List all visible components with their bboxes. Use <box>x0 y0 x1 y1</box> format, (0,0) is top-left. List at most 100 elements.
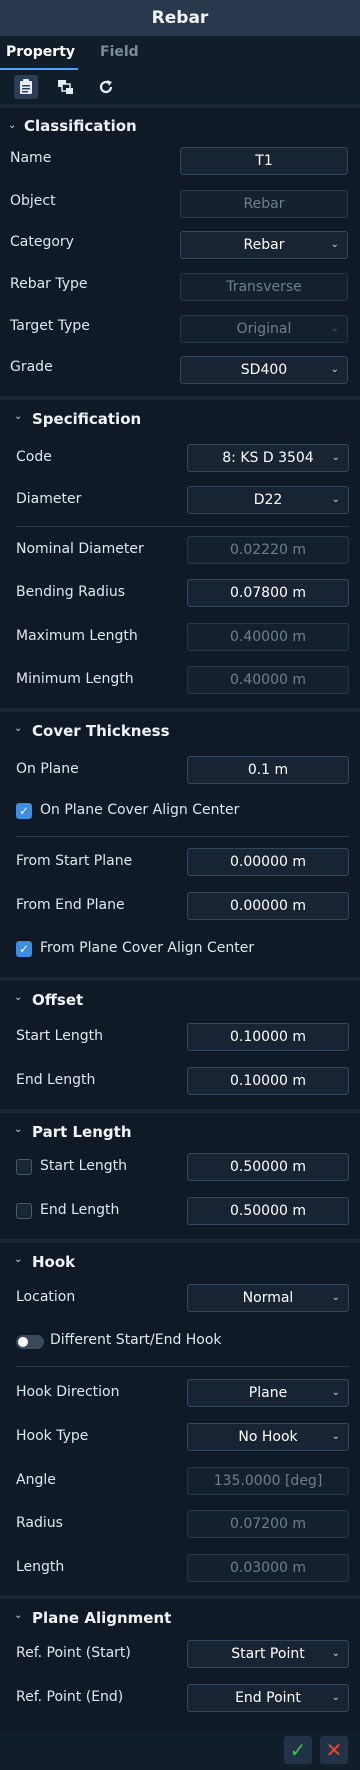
section-title: Classification <box>24 117 137 135</box>
section-separator <box>0 396 360 400</box>
minimum-length-field: 0.40000 m <box>187 666 349 694</box>
divider <box>16 836 349 837</box>
from-start-plane-input[interactable]: 0.00000 m <box>187 848 349 876</box>
section-separator <box>0 708 360 712</box>
section-separator <box>0 1595 360 1599</box>
ref-point-start-label: Ref. Point (Start) <box>16 1645 131 1661</box>
copy-layers-icon[interactable] <box>54 75 78 99</box>
toolbar <box>0 70 360 104</box>
classification-header[interactable]: ⌄ Classification <box>0 111 360 147</box>
divider <box>16 1366 349 1367</box>
chevron-down-icon: ⌄ <box>331 494 340 505</box>
hook-header[interactable]: ⌄ Hook <box>0 1245 360 1281</box>
offset-start-length-label: Start Length <box>16 1028 103 1044</box>
on-plane-label: On Plane <box>16 761 79 777</box>
close-icon: ✕ <box>325 1738 343 1762</box>
part-end-length-input[interactable]: 0.50000 m <box>187 1197 349 1225</box>
clipboard-icon[interactable] <box>14 75 38 99</box>
bending-radius-input[interactable]: 0.07800 m <box>187 579 349 607</box>
chevron-down-icon: ⌄ <box>330 364 339 375</box>
chevron-down-icon: ⌄ <box>14 411 23 422</box>
diameter-label: Diameter <box>16 491 82 507</box>
tab-property[interactable]: Property <box>6 44 75 60</box>
location-label: Location <box>16 1289 76 1305</box>
ref-point-start-select[interactable]: Start Point ⌄ <box>187 1640 349 1668</box>
category-select[interactable]: Rebar ⌄ <box>180 231 348 259</box>
code-select[interactable]: 8: KS D 3504 ⌄ <box>187 444 349 472</box>
cover-thickness-header[interactable]: ⌄ Cover Thickness <box>0 714 360 750</box>
name-input[interactable]: T1 <box>180 147 348 175</box>
chevron-down-icon: ⌄ <box>331 1648 340 1659</box>
hook-direction-select[interactable]: Plane ⌄ <box>187 1379 349 1407</box>
diameter-select[interactable]: D22 ⌄ <box>187 486 349 514</box>
chevron-down-icon: ⌄ <box>331 1387 340 1398</box>
radius-field: 0.07200 m <box>187 1510 349 1538</box>
chevron-down-icon: ⌄ <box>14 992 23 1003</box>
from-end-plane-input[interactable]: 0.00000 m <box>187 892 349 920</box>
code-value: 8: KS D 3504 <box>222 450 314 466</box>
offset-header[interactable]: ⌄ Offset <box>0 983 360 1019</box>
part-start-length-checkbox[interactable] <box>16 1159 32 1175</box>
grade-label: Grade <box>10 359 53 375</box>
chevron-down-icon: ⌄ <box>330 323 339 334</box>
on-plane-input[interactable]: 0.1 m <box>187 756 349 784</box>
offset-end-length-input[interactable]: 0.10000 m <box>187 1067 349 1095</box>
part-length-header[interactable]: ⌄ Part Length <box>0 1115 360 1151</box>
radius-label: Radius <box>16 1515 63 1531</box>
ref-point-start-value: Start Point <box>231 1646 305 1662</box>
hook-type-value: No Hook <box>238 1429 298 1445</box>
from-start-plane-label: From Start Plane <box>16 853 133 869</box>
section-separator <box>0 977 360 981</box>
ref-point-end-select[interactable]: End Point ⌄ <box>187 1684 349 1712</box>
confirm-button[interactable]: ✓ <box>284 1736 312 1764</box>
chevron-down-icon: ⌄ <box>330 239 339 250</box>
section-separator <box>0 1239 360 1243</box>
tab-field[interactable]: Field <box>100 44 139 60</box>
object-field: Rebar <box>180 190 348 218</box>
nominal-diameter-label: Nominal Diameter <box>16 541 144 557</box>
nominal-diameter-field: 0.02220 m <box>187 536 349 564</box>
name-label: Name <box>10 150 52 166</box>
section-title: Part Length <box>32 1123 132 1141</box>
refresh-icon[interactable] <box>94 75 118 99</box>
minimum-length-label: Minimum Length <box>16 671 134 687</box>
target-type-label: Target Type <box>10 318 90 334</box>
part-start-length-label: Start Length <box>40 1158 127 1174</box>
footer-bar: ✓ ✕ <box>0 1732 360 1770</box>
hook-direction-value: Plane <box>248 1385 288 1401</box>
rebar-type-label: Rebar Type <box>10 276 88 292</box>
cancel-button[interactable]: ✕ <box>320 1736 348 1764</box>
diameter-value: D22 <box>253 492 283 508</box>
target-type-select: Original ⌄ <box>180 315 348 343</box>
rebar-type-field: Transverse <box>180 273 348 301</box>
offset-start-length-input[interactable]: 0.10000 m <box>187 1023 349 1051</box>
grade-select[interactable]: SD400 ⌄ <box>180 356 348 384</box>
on-plane-align-label: On Plane Cover Align Center <box>40 802 240 818</box>
part-start-length-input[interactable]: 0.50000 m <box>187 1153 349 1181</box>
section-title: Plane Alignment <box>32 1609 172 1627</box>
on-plane-align-checkbox[interactable]: ✓ <box>16 803 32 819</box>
from-plane-align-label: From Plane Cover Align Center <box>40 940 255 956</box>
different-hook-toggle[interactable] <box>16 1335 44 1349</box>
part-end-length-checkbox[interactable] <box>16 1203 32 1219</box>
chevron-down-icon: ⌄ <box>331 1431 340 1442</box>
angle-field: 135.0000 [deg] <box>187 1467 349 1495</box>
from-plane-align-checkbox[interactable]: ✓ <box>16 941 32 957</box>
object-label: Object <box>10 193 56 209</box>
angle-label: Angle <box>16 1472 56 1488</box>
chevron-down-icon: ⌄ <box>14 1254 23 1265</box>
grade-value: SD400 <box>240 362 288 378</box>
chevron-down-icon: ⌄ <box>8 120 17 131</box>
offset-end-length-label: End Length <box>16 1072 96 1088</box>
hook-direction-label: Hook Direction <box>16 1384 120 1400</box>
hook-type-select[interactable]: No Hook ⌄ <box>187 1423 349 1451</box>
specification-header[interactable]: ⌄ Specification <box>0 402 360 438</box>
length-field: 0.03000 m <box>187 1554 349 1582</box>
location-select[interactable]: Normal ⌄ <box>187 1284 349 1312</box>
section-title: Specification <box>32 410 142 428</box>
location-value: Normal <box>242 1290 294 1306</box>
tab-bar: Property Field <box>0 36 360 70</box>
chevron-down-icon: ⌄ <box>14 1124 23 1135</box>
length-label: Length <box>16 1559 65 1575</box>
plane-alignment-header[interactable]: ⌄ Plane Alignment <box>0 1601 360 1637</box>
